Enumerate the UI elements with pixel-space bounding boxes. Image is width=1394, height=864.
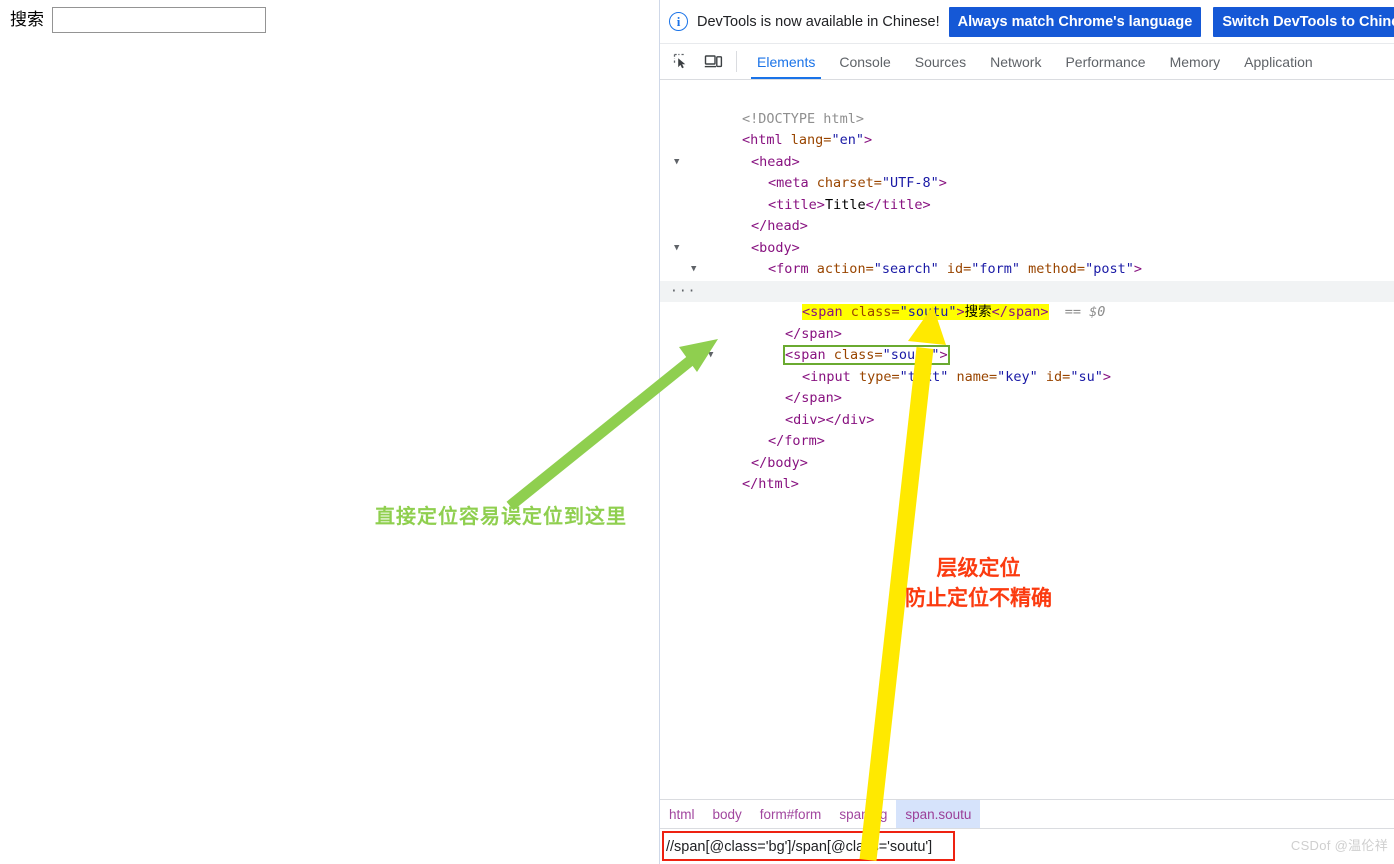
always-match-chrome-language-button[interactable]: Always match Chrome's language [948, 6, 1202, 37]
xpath-search-bar: CSDof @温伦祥 [660, 828, 1394, 864]
devtools-toolbar-icons [668, 44, 734, 79]
notice-message: DevTools is now available in Chinese! [697, 13, 940, 30]
dom-line-html-close[interactable]: </html> [660, 453, 1394, 492]
dom-line-input[interactable]: <input type="text" name="key" id="su"> [660, 345, 1394, 385]
dom-line-span-soutu-close[interactable]: </span> [660, 367, 1394, 406]
breadcrumb-item-span-bg[interactable]: span.bg [830, 800, 896, 828]
dom-line-head-open[interactable]: ▼ <head> [660, 130, 1394, 170]
dom-line-html-open[interactable]: <html lang="en"> [660, 109, 1394, 148]
toolbar-divider [736, 51, 737, 72]
search-input[interactable] [52, 7, 266, 33]
breadcrumb-item-body[interactable]: body [704, 800, 751, 828]
devtools-tab-bar: Elements Console Sources Network Perform… [660, 44, 1394, 80]
dom-line-div[interactable]: <div></div> [660, 388, 1394, 428]
breadcrumb-item-html[interactable]: html [660, 800, 704, 828]
tab-memory[interactable]: Memory [1158, 44, 1233, 79]
breadcrumb: html body form#form span.bg span.soutu [660, 799, 1394, 828]
dom-line-body-open[interactable]: ▼ <body> [660, 216, 1394, 256]
dom-line-body-close[interactable]: </body> [660, 431, 1394, 471]
dom-line-form-close[interactable]: </form> [660, 410, 1394, 449]
tab-console[interactable]: Console [827, 44, 902, 79]
tab-network[interactable]: Network [978, 44, 1053, 79]
info-circle-icon: i [669, 12, 688, 31]
tab-performance[interactable]: Performance [1053, 44, 1157, 79]
collapsed-ellipsis-icon[interactable]: ··· [670, 281, 696, 303]
switch-devtools-to-chinese-button[interactable]: Switch DevTools to Chinese [1213, 6, 1394, 37]
devtools-panel: i DevTools is now available in Chinese! … [659, 0, 1394, 864]
web-page-under-test: 搜索 [0, 0, 659, 864]
dom-line-title[interactable]: <title>Title</title> [660, 173, 1394, 213]
dom-line-form-open[interactable]: ▼ <form action="search" id="form" method=… [660, 238, 1394, 277]
dom-line-span-bg-open[interactable]: ▼<span class="bg"> [660, 259, 1394, 301]
device-toolbar-icon[interactable] [700, 49, 726, 75]
dom-line-span-soutu-selected[interactable]: ··· <span class="soutu">搜索</span> == $0 [660, 280, 1394, 320]
tab-elements[interactable]: Elements [745, 44, 827, 79]
dom-line-span-soutu-open[interactable]: ▼ <span class="soutu"> [660, 324, 1394, 365]
tab-application[interactable]: Application [1232, 44, 1325, 79]
tag-token: </html> [742, 476, 799, 492]
breadcrumb-item-span-soutu[interactable]: span.soutu [896, 800, 981, 828]
tab-sources[interactable]: Sources [903, 44, 978, 79]
screenshot-root: 搜索 i DevTools is now available in Chines… [0, 0, 1394, 864]
devtools-tabs: Elements Console Sources Network Perform… [745, 44, 1325, 79]
devtools-language-notice: i DevTools is now available in Chinese! … [660, 0, 1394, 44]
dom-line-meta[interactable]: <meta charset="UTF-8"> [660, 152, 1394, 191]
search-form: 搜索 [10, 7, 266, 33]
inspect-element-icon[interactable] [668, 49, 694, 75]
xpath-search-input[interactable] [660, 829, 1394, 864]
dom-line-head-close[interactable]: </head> [660, 195, 1394, 234]
dom-tree: <!DOCTYPE html> <html lang="en"> ▼ <head>… [660, 81, 1394, 799]
dom-line-span-bg-close[interactable]: </span> [660, 302, 1394, 342]
dom-line-doctype[interactable]: <!DOCTYPE html> [660, 87, 1394, 127]
csdn-watermark: CSDof @温伦祥 [1290, 838, 1388, 853]
breadcrumb-item-form[interactable]: form#form [751, 800, 831, 828]
search-label: 搜索 [10, 9, 44, 30]
